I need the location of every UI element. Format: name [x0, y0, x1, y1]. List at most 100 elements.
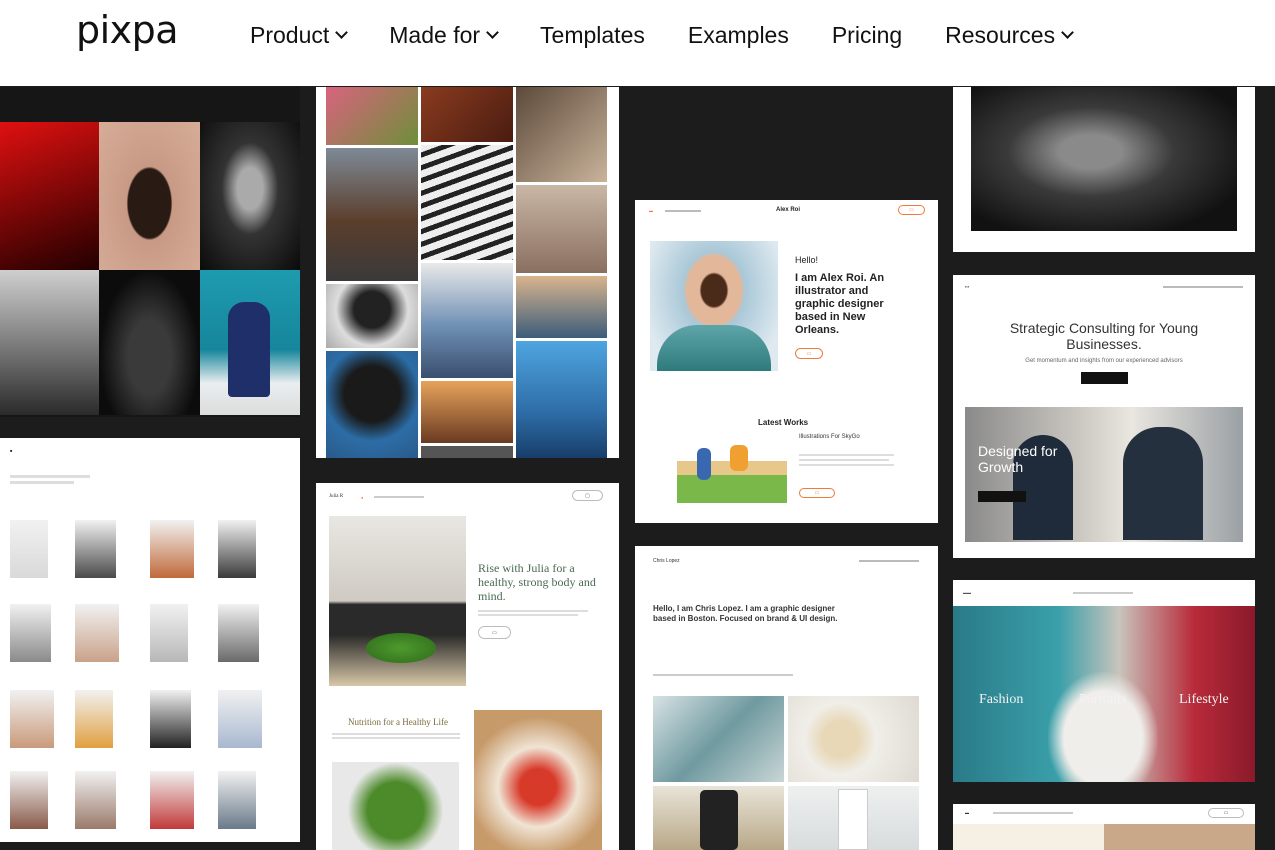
julia-headline: Rise with Julia for a healthy, strong bo…: [478, 561, 596, 603]
portfolio-thumbnail: [218, 520, 256, 578]
nav-placeholder: [993, 812, 1073, 814]
thumbnail-partial: [421, 446, 513, 458]
thumbnail-denim: [421, 263, 513, 378]
nav-label: Product: [250, 21, 330, 48]
text-placeholder: [478, 614, 578, 616]
nav-made-for[interactable]: Made for: [389, 22, 499, 49]
thumbnail-portrait-blue: [326, 351, 418, 458]
template-bw-portrait[interactable]: [953, 87, 1255, 252]
thumbnail-sunset-portrait: [421, 381, 513, 443]
thumbnail-bw-portrait: [326, 284, 418, 348]
text-placeholder: [799, 459, 889, 461]
nav-pricing[interactable]: Pricing: [832, 22, 902, 49]
category-lifestyle[interactable]: Lifestyle: [1179, 692, 1229, 708]
template-brand: ■: [10, 448, 13, 453]
template-fashion[interactable]: ▬▬ Fashion Portraits Lifestyle: [953, 580, 1255, 782]
thumbnail-stripes: [421, 145, 513, 260]
thumbnail-books: [653, 696, 784, 782]
filter-tabs[interactable]: [653, 674, 793, 676]
figure-person: [1123, 427, 1203, 540]
nav-dot: ●: [361, 495, 364, 500]
cta-button[interactable]: ▭: [1208, 808, 1244, 818]
nav-placeholder: [859, 560, 919, 562]
figure-shirt: [657, 325, 771, 371]
category-fashion[interactable]: Fashion: [979, 692, 1023, 708]
template-partial[interactable]: ▬ ▭: [953, 804, 1255, 850]
portfolio-thumbnail: [150, 520, 194, 578]
nav-label: Pricing: [831, 21, 903, 48]
nav-placeholder: [1163, 286, 1243, 288]
thumbnail-bw-portrait: [200, 122, 300, 270]
book-consultation-button[interactable]: [1081, 372, 1128, 384]
work-title: Illustrations For SkyGo: [799, 434, 860, 440]
thumbnail-flowers: [326, 87, 418, 145]
chevron-down-icon: [1061, 26, 1074, 39]
nav-resources[interactable]: Resources: [945, 21, 1074, 49]
thumbnail-vegetables: [366, 633, 436, 663]
category-portraits[interactable]: Portraits: [1079, 692, 1126, 708]
alex-intro: I am Alex Roi. An illustrator and graphi…: [795, 272, 885, 336]
template-photography-grid[interactable]: [0, 87, 300, 417]
template-chris-lopez[interactable]: Chris Lopez Hello, I am Chris Lopez. I a…: [635, 546, 938, 850]
nutrition-title: Nutrition for a Healthy Life: [348, 717, 448, 727]
nav-label: Examples: [687, 21, 789, 48]
thumbnail-sitting: [516, 276, 607, 338]
cta-button[interactable]: [978, 491, 1026, 502]
portfolio-thumbnail: [218, 604, 259, 662]
designed-for-growth: Designed for Growth: [978, 443, 1058, 475]
figure-illustration: [730, 445, 748, 471]
nav-placeholder: [665, 210, 701, 212]
thumbnail-greens: [332, 762, 459, 850]
portfolio-thumbnail: [75, 604, 119, 662]
thumbnail-portrait: [99, 122, 200, 270]
template-verve-consulting[interactable]: ▪▪▪ Strategic Consulting for Young Busin…: [953, 275, 1255, 558]
template-portfolio-grid[interactable]: ■: [0, 438, 300, 842]
contact-button[interactable]: ▭: [898, 205, 925, 215]
figure-dress: [1048, 672, 1158, 782]
nav-templates[interactable]: Templates: [540, 22, 645, 49]
portfolio-thumbnail: [75, 771, 116, 829]
nav-placeholder: [374, 496, 424, 498]
read-more-button[interactable]: ▭: [478, 626, 511, 639]
thumbnail-portrait: [421, 87, 513, 142]
nav-examples[interactable]: Examples: [688, 22, 789, 49]
chris-intro: Hello, I am Chris Lopez. I am a graphic …: [653, 604, 838, 623]
nav-product[interactable]: Product: [250, 21, 349, 49]
nav-placeholder: [1073, 592, 1133, 594]
book-button[interactable]: ▢: [572, 490, 603, 501]
thumbnail-portrait: [516, 185, 607, 273]
portfolio-thumbnail: [218, 771, 256, 829]
nav-label: Resources: [945, 21, 1056, 48]
portfolio-thumbnail: [10, 771, 48, 829]
text-placeholder: [799, 464, 894, 466]
hire-button[interactable]: ▭: [795, 348, 823, 359]
thumbnail-portrait: [516, 87, 607, 182]
thumbnail-bw-face: [971, 87, 1237, 231]
view-more-button[interactable]: ▭: [799, 488, 835, 498]
chevron-down-icon: [486, 26, 499, 39]
template-collage[interactable]: [316, 87, 619, 458]
portfolio-thumbnail: [218, 690, 262, 748]
thumbnail-red-portrait: [0, 122, 99, 270]
pixpa-logo[interactable]: pixpa: [76, 8, 179, 52]
thumbnail-bw-hair: [0, 270, 99, 415]
portfolio-thumbnail: [150, 604, 188, 662]
site-header: pixpa Product Made for Templates Example…: [0, 0, 1275, 86]
phone-mockup: [700, 790, 738, 850]
template-alex-roi[interactable]: ▬ Alex Roi ▭ Hello! I am Alex Roi. An il…: [635, 200, 938, 523]
portfolio-thumbnail: [10, 690, 54, 748]
thumbnail-dark-portrait: [99, 270, 200, 415]
template-julia[interactable]: Julia R ● ▢ Rise with Julia for a health…: [316, 483, 619, 850]
template-brand: ▪▪▪: [965, 284, 970, 289]
text-placeholder: [332, 737, 460, 739]
main-nav: Product Made for Templates Examples Pric…: [250, 0, 1115, 70]
text-placeholder: [478, 610, 588, 612]
template-brand: Alex Roi: [776, 207, 801, 213]
consulting-subtitle: Get momentum and insights from our exper…: [1025, 358, 1183, 364]
portfolio-thumbnail: [10, 604, 51, 662]
text-placeholder: [10, 475, 90, 478]
thumbnail-man-jacket: [326, 148, 418, 281]
text-placeholder: [332, 733, 460, 735]
nav-home[interactable]: ▬: [649, 208, 653, 213]
text-placeholder: [799, 454, 894, 456]
